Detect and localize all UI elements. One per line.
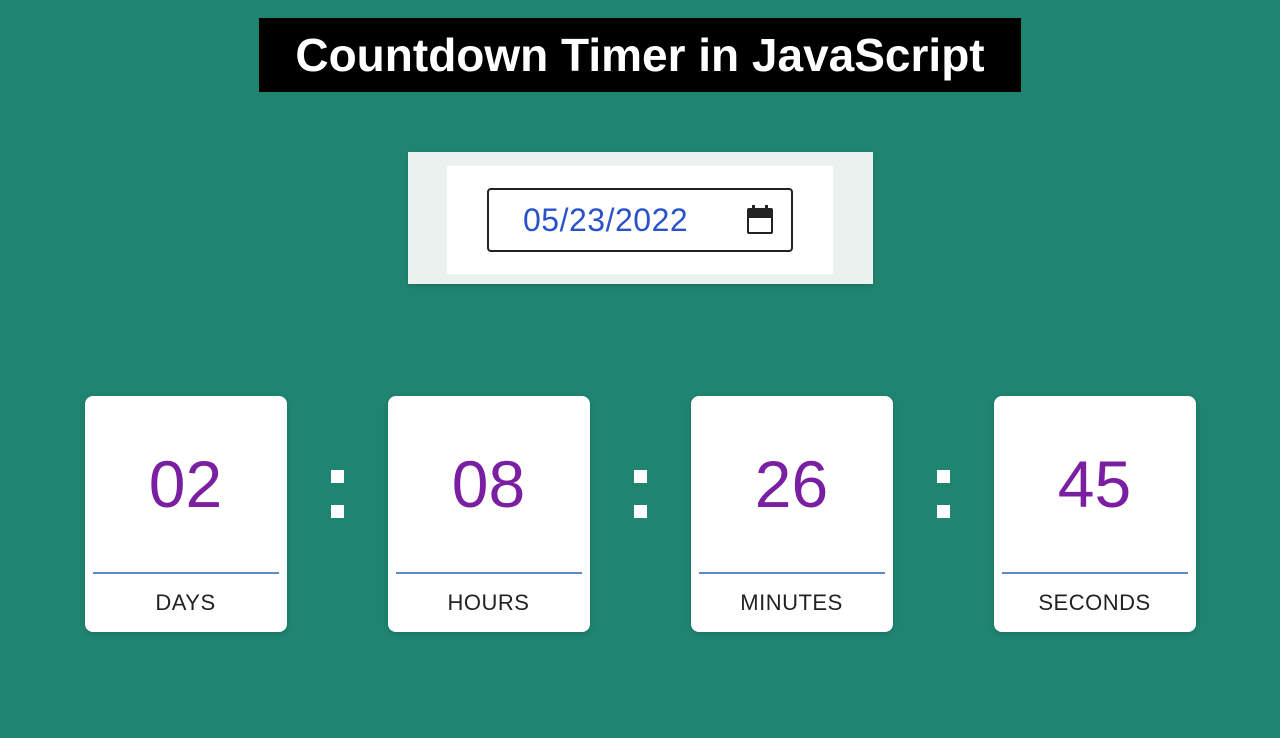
days-label: DAYS [85, 574, 287, 632]
minutes-label: MINUTES [691, 574, 893, 632]
page-title: Countdown Timer in JavaScript [259, 18, 1020, 92]
colon-separator [331, 470, 344, 518]
days-value: 02 [85, 396, 287, 572]
date-panel: 05/23/2022 [447, 166, 833, 274]
hours-box: 08 HOURS [388, 396, 590, 632]
hours-label: HOURS [388, 574, 590, 632]
seconds-label: SECONDS [994, 574, 1196, 632]
date-input[interactable]: 05/23/2022 [487, 188, 793, 252]
countdown-row: 02 DAYS 08 HOURS 26 MINUTES 45 SECONDS [0, 396, 1280, 632]
seconds-box: 45 SECONDS [994, 396, 1196, 632]
colon-separator [937, 470, 950, 518]
hours-value: 08 [388, 396, 590, 572]
date-panel-outer: 05/23/2022 [408, 152, 873, 284]
days-box: 02 DAYS [85, 396, 287, 632]
date-value: 05/23/2022 [523, 202, 688, 239]
colon-separator [634, 470, 647, 518]
minutes-box: 26 MINUTES [691, 396, 893, 632]
calendar-icon[interactable] [747, 206, 773, 234]
seconds-value: 45 [994, 396, 1196, 572]
minutes-value: 26 [691, 396, 893, 572]
